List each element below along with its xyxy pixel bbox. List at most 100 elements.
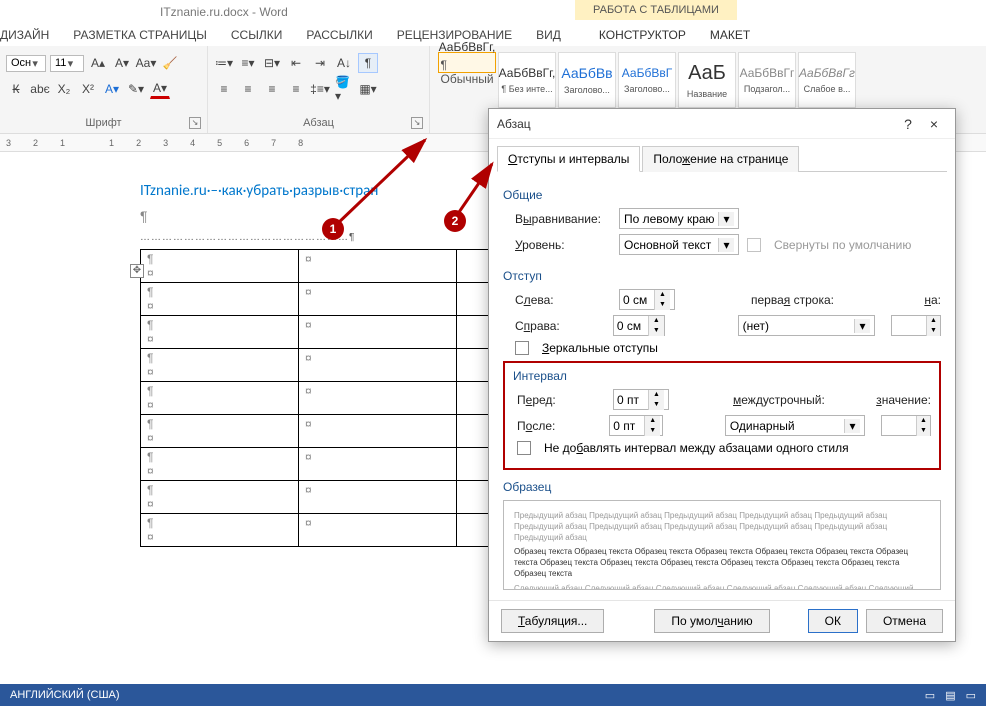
- mirror-indents-checkbox[interactable]: [515, 341, 529, 355]
- level-combo[interactable]: Основной текст▾: [619, 234, 739, 255]
- change-case-icon[interactable]: Aa▾: [136, 53, 156, 73]
- font-color-icon[interactable]: A▾: [150, 79, 170, 99]
- font-launcher-icon[interactable]: ↘: [189, 117, 201, 129]
- bullets-icon[interactable]: ≔▾: [214, 53, 234, 73]
- before-label: Перед:: [517, 393, 605, 407]
- style-heading1[interactable]: АаБбВвЗаголово...: [558, 52, 616, 108]
- firstline-combo[interactable]: (нет)▾: [738, 315, 875, 336]
- style-normal[interactable]: АаБбВвГг,¶ Обычный: [438, 52, 496, 73]
- align-center-icon[interactable]: ≡: [238, 79, 258, 99]
- on-label: на:: [924, 293, 941, 307]
- after-label: После:: [517, 419, 601, 433]
- section-indent: Отступ: [503, 269, 941, 283]
- decrease-indent-icon[interactable]: ⇤: [286, 53, 306, 73]
- view-web-icon[interactable]: ▭: [966, 689, 976, 702]
- statusbar: АНГЛИЙСКИЙ (США) ▭ ▤ ▭: [0, 684, 986, 706]
- paragraph-group: ≔▾ ≡▾ ⊟▾ ⇤ ⇥ A↓ ¶ ≡ ≡ ≡ ≡ ‡≡▾ 🪣▾ ▦▾ Абза…: [208, 46, 430, 133]
- style-subtitle[interactable]: АаБбВвГгПодзагол...: [738, 52, 796, 108]
- tabulation-button[interactable]: Табуляция...: [501, 609, 604, 633]
- show-hide-icon[interactable]: ¶: [358, 53, 378, 73]
- ok-button[interactable]: ОК: [808, 609, 858, 633]
- on-spinner[interactable]: ▲▼: [891, 315, 941, 336]
- table-cell[interactable]: ¶¤: [141, 250, 299, 283]
- grow-font-icon[interactable]: A▴: [88, 53, 108, 73]
- align-label: Выравнивание:: [515, 212, 611, 226]
- paragraph-dialog: Абзац ? × Отступы и интервалы Положение …: [488, 108, 956, 642]
- tab-references[interactable]: ССЫЛКИ: [231, 28, 282, 42]
- value-label: значение:: [876, 393, 931, 407]
- align-combo[interactable]: По левому краю▾: [619, 208, 739, 229]
- highlight-icon[interactable]: ✎▾: [126, 79, 146, 99]
- style-subtle[interactable]: АаБбВвГгСлабое в...: [798, 52, 856, 108]
- align-left-icon[interactable]: ≡: [214, 79, 234, 99]
- font-name-combo[interactable]: Осн▾: [6, 55, 46, 72]
- linespacing-value-spinner[interactable]: ▲▼: [881, 415, 931, 436]
- justify-icon[interactable]: ≡: [286, 79, 306, 99]
- indent-left-spinner[interactable]: ▲▼: [619, 289, 675, 310]
- sort-icon[interactable]: A↓: [334, 53, 354, 73]
- line-spacing-icon[interactable]: ‡≡▾: [310, 79, 330, 99]
- increase-indent-icon[interactable]: ⇥: [310, 53, 330, 73]
- tab-pagelayout[interactable]: РАЗМЕТКА СТРАНИЦЫ: [73, 28, 207, 42]
- window-title: ITznanie.ru.docx - Word: [160, 5, 288, 19]
- borders-icon[interactable]: ▦▾: [358, 79, 378, 99]
- preview-box: Предыдущий абзац Предыдущий абзац Предыд…: [503, 500, 941, 590]
- section-general: Общие: [503, 188, 941, 202]
- styles-gallery[interactable]: АаБбВвГг,¶ Обычный АаБбВвГг,¶ Без инте..…: [436, 50, 980, 110]
- font-size-combo[interactable]: 11▾: [50, 55, 84, 72]
- font-group-label: Шрифт↘: [6, 117, 201, 131]
- default-button[interactable]: По умолчанию: [654, 609, 769, 633]
- help-button[interactable]: ?: [895, 116, 921, 132]
- strikethrough-icon[interactable]: К: [6, 79, 26, 99]
- mirror-indents-label: Зеркальные отступы: [542, 341, 658, 355]
- before-spinner[interactable]: ▲▼: [613, 389, 669, 410]
- numbering-icon[interactable]: ≡▾: [238, 53, 258, 73]
- shrink-font-icon[interactable]: A▾: [112, 53, 132, 73]
- level-label: Уровень:: [515, 238, 611, 252]
- table-cell[interactable]: ¤: [299, 250, 457, 283]
- clear-formatting-icon[interactable]: 🧹: [160, 53, 180, 73]
- font-group: Осн▾ 11▾ A▴ A▾ Aa▾ 🧹 К abє X₂ X² A▾ ✎▾ A…: [0, 46, 208, 133]
- tab-line-pagebreaks[interactable]: Положение на странице: [642, 146, 799, 172]
- status-language[interactable]: АНГЛИЙСКИЙ (США): [10, 689, 120, 701]
- indent-right-spinner[interactable]: ▲▼: [613, 315, 666, 336]
- no-add-space-checkbox[interactable]: [517, 441, 531, 455]
- style-title[interactable]: АаБНазвание: [678, 52, 736, 108]
- tab-view[interactable]: ВИД: [536, 28, 561, 42]
- tab-tabletools-layout[interactable]: МАКЕТ: [710, 28, 750, 42]
- dialog-titlebar[interactable]: Абзац ? ×: [489, 109, 955, 139]
- view-read-icon[interactable]: ▭: [925, 689, 935, 702]
- text-effects-icon[interactable]: A▾: [102, 79, 122, 99]
- linespacing-label: междустрочный:: [733, 393, 845, 407]
- section-sample: Образец: [503, 480, 941, 494]
- collapse-default-label: Свернуты по умолчанию: [774, 238, 911, 252]
- indent-left-label: Слева:: [515, 293, 611, 307]
- annotation-badge-1: 1: [322, 218, 344, 240]
- paragraph-group-label: Абзац↘: [214, 117, 423, 131]
- shading-icon[interactable]: 🪣▾: [334, 79, 354, 99]
- tab-design[interactable]: ДИЗАЙН: [0, 28, 49, 42]
- view-print-icon[interactable]: ▤: [945, 689, 955, 702]
- firstline-label: первая строка:: [751, 293, 871, 307]
- style-heading2[interactable]: АаБбВвГЗаголово...: [618, 52, 676, 108]
- superscript-icon[interactable]: X²: [78, 79, 98, 99]
- close-button[interactable]: ×: [921, 116, 947, 132]
- style-nospacing[interactable]: АаБбВвГг,¶ Без инте...: [498, 52, 556, 108]
- linespacing-combo[interactable]: Одинарный▾: [725, 415, 865, 436]
- table-tools-tab: РАБОТА С ТАБЛИЦАМИ: [575, 0, 737, 20]
- strikethrough2-icon[interactable]: abє: [30, 79, 50, 99]
- after-spinner[interactable]: ▲▼: [609, 415, 663, 436]
- tab-tabletools-design[interactable]: КОНСТРУКТОР: [599, 28, 686, 42]
- subscript-icon[interactable]: X₂: [54, 79, 74, 99]
- tab-indents-spacing[interactable]: Отступы и интервалы: [497, 146, 640, 172]
- multilevel-icon[interactable]: ⊟▾: [262, 53, 282, 73]
- tab-mailings[interactable]: РАССЫЛКИ: [306, 28, 372, 42]
- cancel-button[interactable]: Отмена: [866, 609, 943, 633]
- collapse-default-checkbox: [747, 238, 761, 252]
- paragraph-launcher-icon[interactable]: ↘: [411, 117, 423, 129]
- section-interval: Интервал: [513, 369, 931, 383]
- align-right-icon[interactable]: ≡: [262, 79, 282, 99]
- dialog-title: Абзац: [497, 117, 895, 131]
- titlebar: ITznanie.ru.docx - Word РАБОТА С ТАБЛИЦА…: [0, 0, 986, 24]
- table-move-handle[interactable]: ✥: [130, 264, 144, 278]
